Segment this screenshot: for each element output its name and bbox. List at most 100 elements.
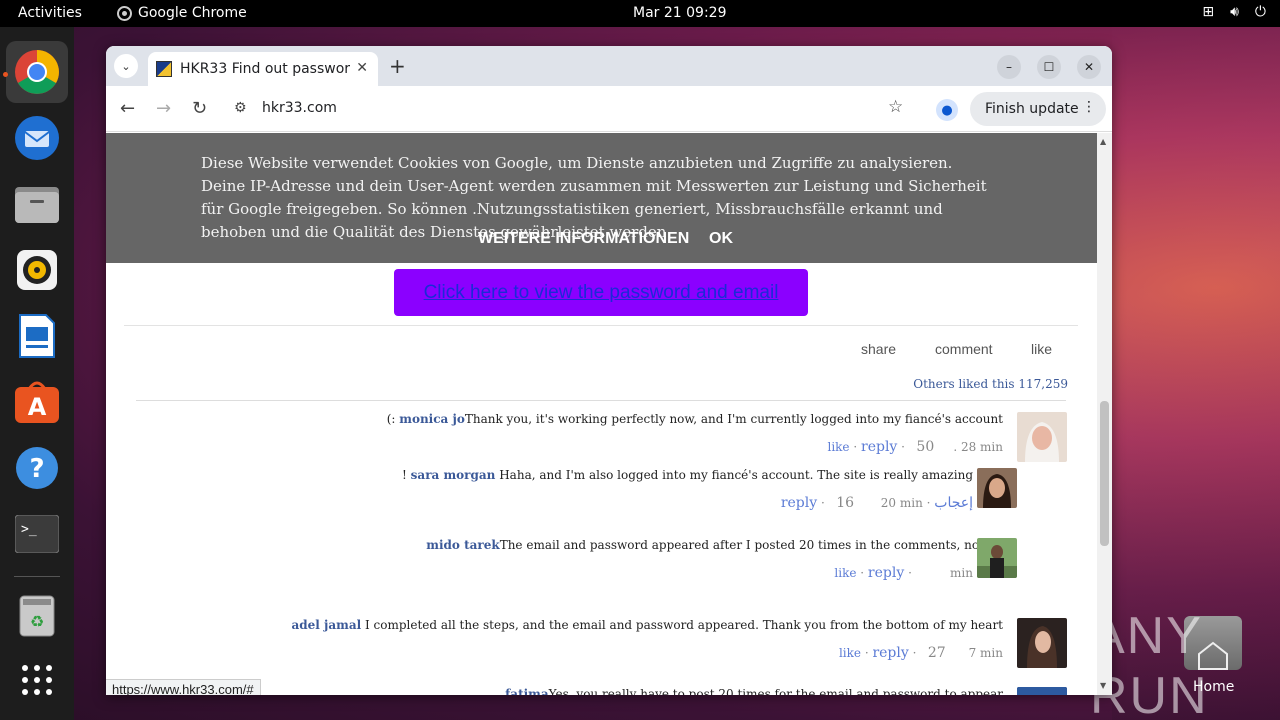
dock-trash[interactable]: ♻ xyxy=(12,591,62,641)
grid-icon xyxy=(22,665,52,695)
finish-update-label: Finish update xyxy=(985,101,1079,117)
profile-avatar-icon[interactable]: ● xyxy=(936,99,958,121)
comment-2-text: ! sara morgan Haha, and I'm also logged … xyxy=(402,468,973,482)
svg-text:?: ? xyxy=(29,454,44,484)
comment-body: I completed all the steps, and the email… xyxy=(361,618,1003,632)
terminal-icon: >_ xyxy=(15,515,59,553)
avatar[interactable] xyxy=(1017,412,1067,462)
comment-like-count: 16 xyxy=(836,495,855,511)
comment-like-link-ar[interactable]: إعجاب xyxy=(934,495,973,511)
comment-reply-link[interactable]: reply xyxy=(872,645,908,661)
thunderbird-icon xyxy=(15,116,59,160)
comment-like-count: 27 xyxy=(927,645,946,661)
dock-thunderbird[interactable] xyxy=(12,113,62,163)
browser-toolbar: ← → ↻ ⚙ hkr33.com ☆ ● Finish update ⋮ xyxy=(106,86,1112,132)
app-center-icon: A xyxy=(15,381,59,423)
comment-body: The email and password appeared after I … xyxy=(499,538,1003,552)
comment-reply-link[interactable]: reply xyxy=(861,439,897,455)
close-window-button[interactable]: ✕ xyxy=(1077,55,1101,79)
dock-terminal[interactable]: >_ xyxy=(12,509,62,559)
dock-files[interactable] xyxy=(12,179,62,229)
scroll-thumb[interactable] xyxy=(1100,401,1109,546)
page-scrollbar[interactable]: ▲ ▼ xyxy=(1097,133,1112,695)
help-icon: ? xyxy=(16,447,58,489)
writer-icon xyxy=(19,314,55,358)
scroll-up-icon[interactable]: ▲ xyxy=(1100,137,1106,146)
avatar[interactable] xyxy=(1017,687,1067,695)
more-info-link[interactable]: WEITERE INFORMATIONEN xyxy=(478,230,689,248)
dock-chrome[interactable] xyxy=(6,41,68,103)
commenter-name[interactable]: sara morgan xyxy=(411,468,496,482)
share-button[interactable]: share xyxy=(861,341,896,357)
comment-like-link[interactable]: like xyxy=(834,566,856,580)
chevron-down-icon: ⌄ xyxy=(121,59,131,73)
avatar[interactable] xyxy=(977,468,1017,508)
address-bar[interactable]: ⚙ hkr33.com xyxy=(224,92,914,126)
new-tab-button[interactable]: + xyxy=(389,54,406,78)
comment-3-text: mido tarekThe email and password appeare… xyxy=(426,538,1003,552)
bookmark-star-icon[interactable]: ☆ xyxy=(888,97,903,117)
show-apps-button[interactable] xyxy=(12,655,62,705)
separator: · xyxy=(856,566,868,580)
tab-active[interactable]: HKR33 Find out passwor ✕ xyxy=(148,52,378,86)
comment-like-link[interactable]: like xyxy=(827,440,849,454)
minimize-button[interactable]: – xyxy=(997,55,1021,79)
running-indicator xyxy=(3,72,8,77)
top-bar: Activities Google Chrome Mar 21 09:29 ⊞ … xyxy=(0,0,1280,27)
dock-app-center[interactable]: A xyxy=(12,377,62,427)
finish-update-button[interactable]: Finish update ⋮ xyxy=(970,92,1106,126)
comment-1-meta: like · reply · 50 . 28 min xyxy=(827,439,1003,455)
comment-1-text: (: monica joThank you, it's working perf… xyxy=(387,412,1003,426)
commenter-name[interactable]: fatima xyxy=(505,687,549,695)
activities-button[interactable]: Activities xyxy=(18,5,82,21)
chrome-app-icon xyxy=(117,5,132,21)
comment-like-count: 50 xyxy=(916,439,935,455)
dock-rhythmbox[interactable] xyxy=(12,245,62,295)
like-button[interactable]: like xyxy=(1031,341,1052,357)
comment-3-meta: like · reply · min xyxy=(834,565,973,581)
commenter-name[interactable]: mido tarek xyxy=(426,538,499,552)
dock-separator xyxy=(14,576,60,577)
tab-search-button[interactable]: ⌄ xyxy=(114,54,138,78)
comment-2-meta: reply · 16 20 min · إعجاب xyxy=(781,495,973,511)
avatar[interactable] xyxy=(977,538,1017,578)
app-menu[interactable]: Google Chrome xyxy=(117,5,247,21)
back-button[interactable]: ← xyxy=(120,98,135,119)
comment-reply-link[interactable]: reply xyxy=(781,495,817,511)
scroll-down-icon[interactable]: ▼ xyxy=(1100,681,1106,690)
comment-prefix: (: xyxy=(386,412,400,426)
tab-strip: ⌄ HKR33 Find out passwor ✕ + – ☐ ✕ xyxy=(106,46,1112,86)
page-viewport: Diese Website verwendet Cookies von Goog… xyxy=(106,133,1112,695)
comment-like-link[interactable]: like xyxy=(839,646,861,660)
likes-count: Others liked this 117,259 xyxy=(913,377,1068,391)
separator: · xyxy=(817,496,829,510)
chrome-window: ⌄ HKR33 Find out passwor ✕ + – ☐ ✕ ← → ↻… xyxy=(106,46,1112,695)
forward-button[interactable]: → xyxy=(156,98,171,119)
anyrun-watermark: ANY RUN xyxy=(1090,607,1209,720)
url-text[interactable]: hkr33.com xyxy=(262,100,337,116)
files-icon xyxy=(15,187,59,223)
commenter-name[interactable]: monica jo xyxy=(399,412,465,426)
tab-close-icon[interactable]: ✕ xyxy=(356,60,368,76)
divider xyxy=(136,400,1066,401)
cookie-ok-button[interactable]: OK xyxy=(709,230,733,248)
commenter-name[interactable]: adel jamal xyxy=(291,618,361,632)
reload-button[interactable]: ↻ xyxy=(192,98,207,119)
dock-writer[interactable] xyxy=(12,311,62,361)
comment-body: Haha, and I'm also logged into my fiancé… xyxy=(495,468,973,482)
comment-reply-link[interactable]: reply xyxy=(868,565,904,581)
volume-icon: 🔊︎ xyxy=(1230,4,1239,20)
comment-prefix: ! xyxy=(402,468,411,482)
separator: · xyxy=(849,440,861,454)
dock-help[interactable]: ? xyxy=(12,443,62,493)
clock[interactable]: Mar 21 09:29 xyxy=(633,5,726,21)
separator: · xyxy=(904,566,916,580)
view-password-button[interactable]: Click here to view the password and emai… xyxy=(394,269,808,316)
status-bubble: https://www.hkr33.com/# xyxy=(106,679,261,695)
site-info-icon[interactable]: ⚙ xyxy=(234,100,247,116)
maximize-button[interactable]: ☐ xyxy=(1037,55,1061,79)
comment-button[interactable]: comment xyxy=(935,341,993,357)
kebab-menu-icon[interactable]: ⋮ xyxy=(1082,99,1096,115)
system-tray[interactable]: ⊞ 🔊︎ ⏻ xyxy=(1202,4,1266,20)
avatar[interactable] xyxy=(1017,618,1067,668)
